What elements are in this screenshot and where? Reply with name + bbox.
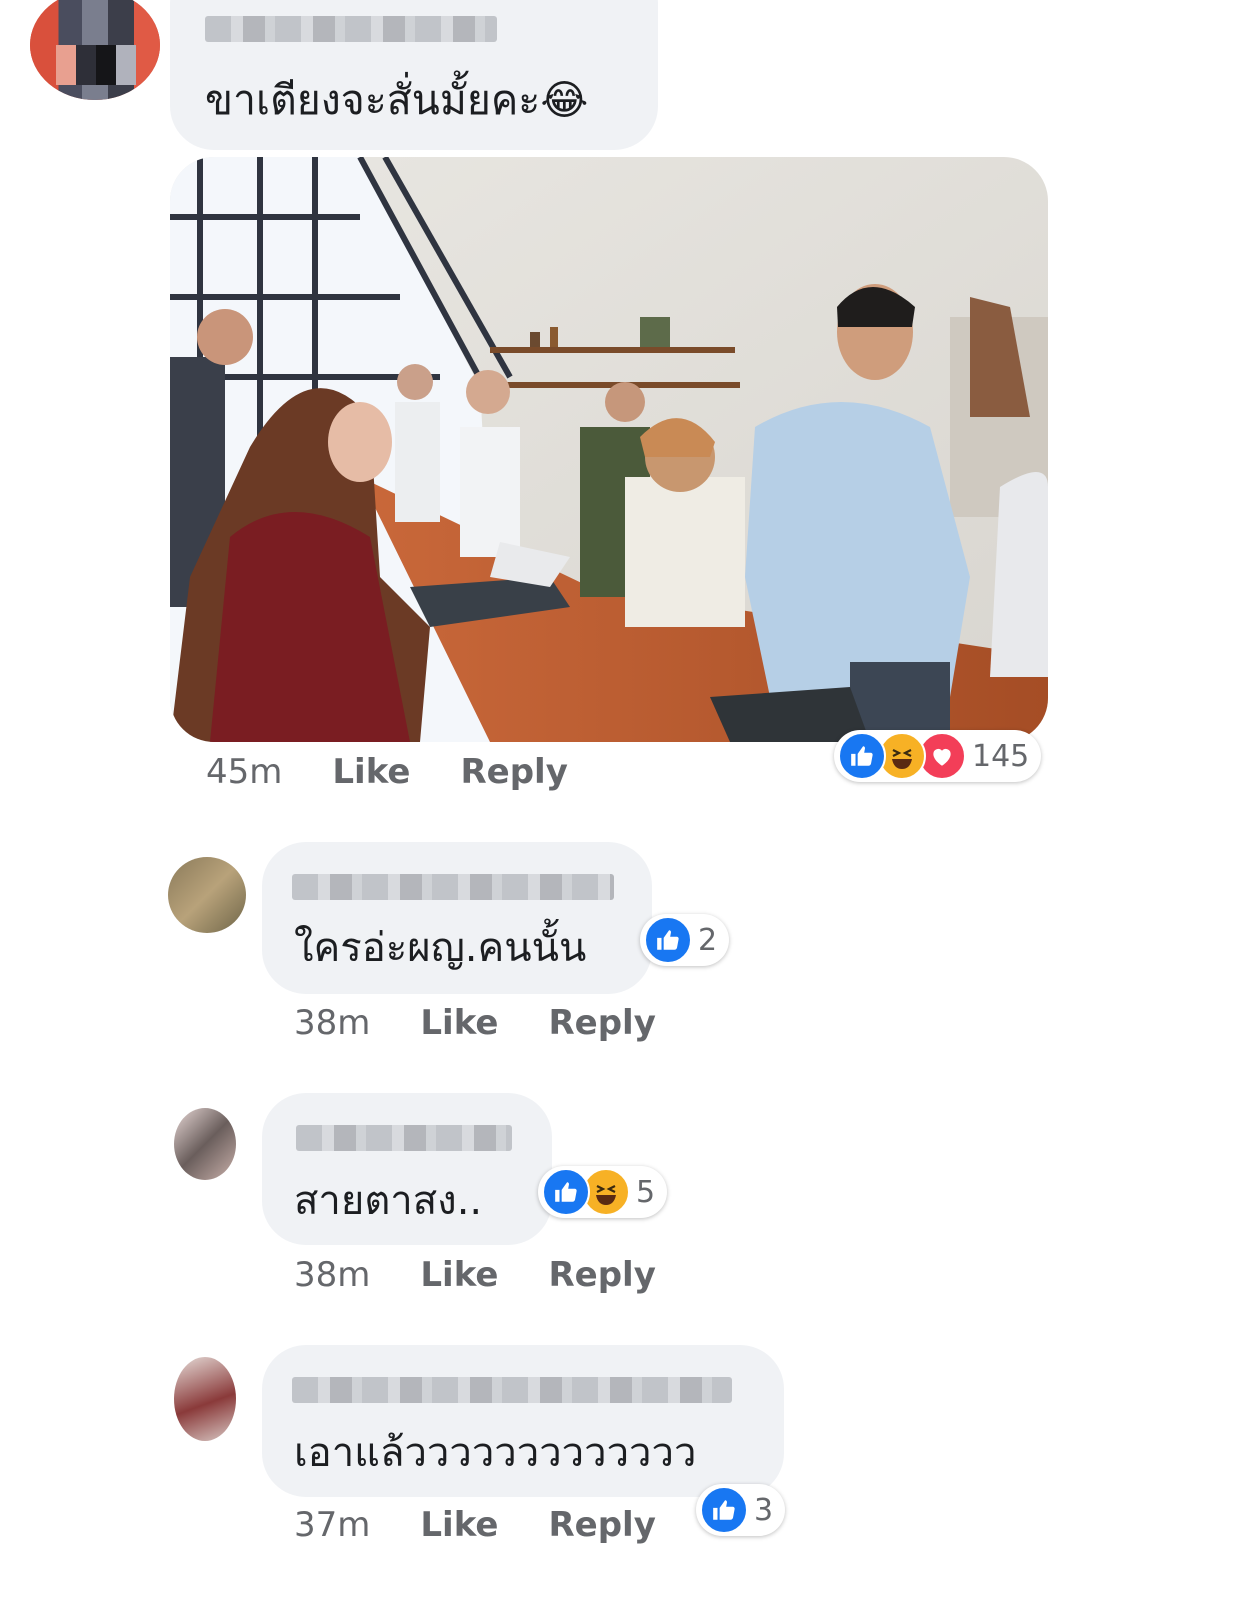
author-name[interactable] [296,1125,512,1151]
comment-time[interactable]: 38m [294,1255,370,1295]
author-name[interactable] [292,874,614,900]
like-button[interactable]: Like [420,1505,498,1545]
like-reaction-icon [700,1486,748,1534]
comment-text: สายตาสง.. [294,1178,483,1224]
like-button[interactable]: Like [332,752,410,792]
comment-bubble: ใครอ่ะผญ.คนนั้น [262,842,652,994]
comment-bubble: สายตาสง.. [262,1093,552,1245]
comment-text: เอาแล้ววววววววววววว [294,1430,697,1476]
comment-bubble: ขาเตียงจะสั่นมั้ยคะ😂 [170,0,658,150]
comment-meta: 38m Like Reply [294,1003,706,1043]
reaction-summary[interactable]: 145 [834,730,1042,782]
reply-button[interactable]: Reply [548,1255,655,1295]
like-reaction-icon [838,732,886,780]
reply-button[interactable]: Reply [548,1003,655,1043]
reaction-count: 2 [698,922,718,958]
reply-button[interactable]: Reply [460,752,567,792]
comment-text: ใครอ่ะผญ.คนนั้น [294,925,587,971]
comment-time[interactable]: 38m [294,1003,370,1043]
reaction-summary[interactable]: 5 [538,1166,668,1218]
comment-photo[interactable] [170,157,1048,742]
reaction-count: 5 [636,1174,656,1210]
comment-bubble: เอาแล้ววววววววววววว [262,1345,784,1497]
comment-time[interactable]: 45m [206,752,282,792]
like-button[interactable]: Like [420,1003,498,1043]
comment-time[interactable]: 37m [294,1505,370,1545]
reaction-count: 3 [754,1492,774,1528]
avatar[interactable] [168,857,246,933]
cafe-photo-image [170,157,1048,742]
like-reaction-icon [542,1168,590,1216]
reaction-summary[interactable]: 2 [640,914,730,966]
comment-text: ขาเตียงจะสั่นมั้ยคะ😂 [205,76,589,124]
like-button[interactable]: Like [420,1255,498,1295]
author-name[interactable] [292,1377,732,1403]
reply-button[interactable]: Reply [548,1505,655,1545]
comment-meta: 37m Like Reply [294,1505,706,1545]
author-name[interactable] [205,16,497,42]
comment-meta: 38m Like Reply [294,1255,706,1295]
avatar[interactable] [174,1357,236,1441]
avatar[interactable] [174,1108,236,1180]
reaction-count: 145 [972,738,1030,774]
reaction-summary[interactable]: 3 [696,1484,786,1536]
comment-meta: 45m Like Reply [206,752,618,792]
avatar[interactable] [30,0,160,100]
like-reaction-icon [644,916,692,964]
